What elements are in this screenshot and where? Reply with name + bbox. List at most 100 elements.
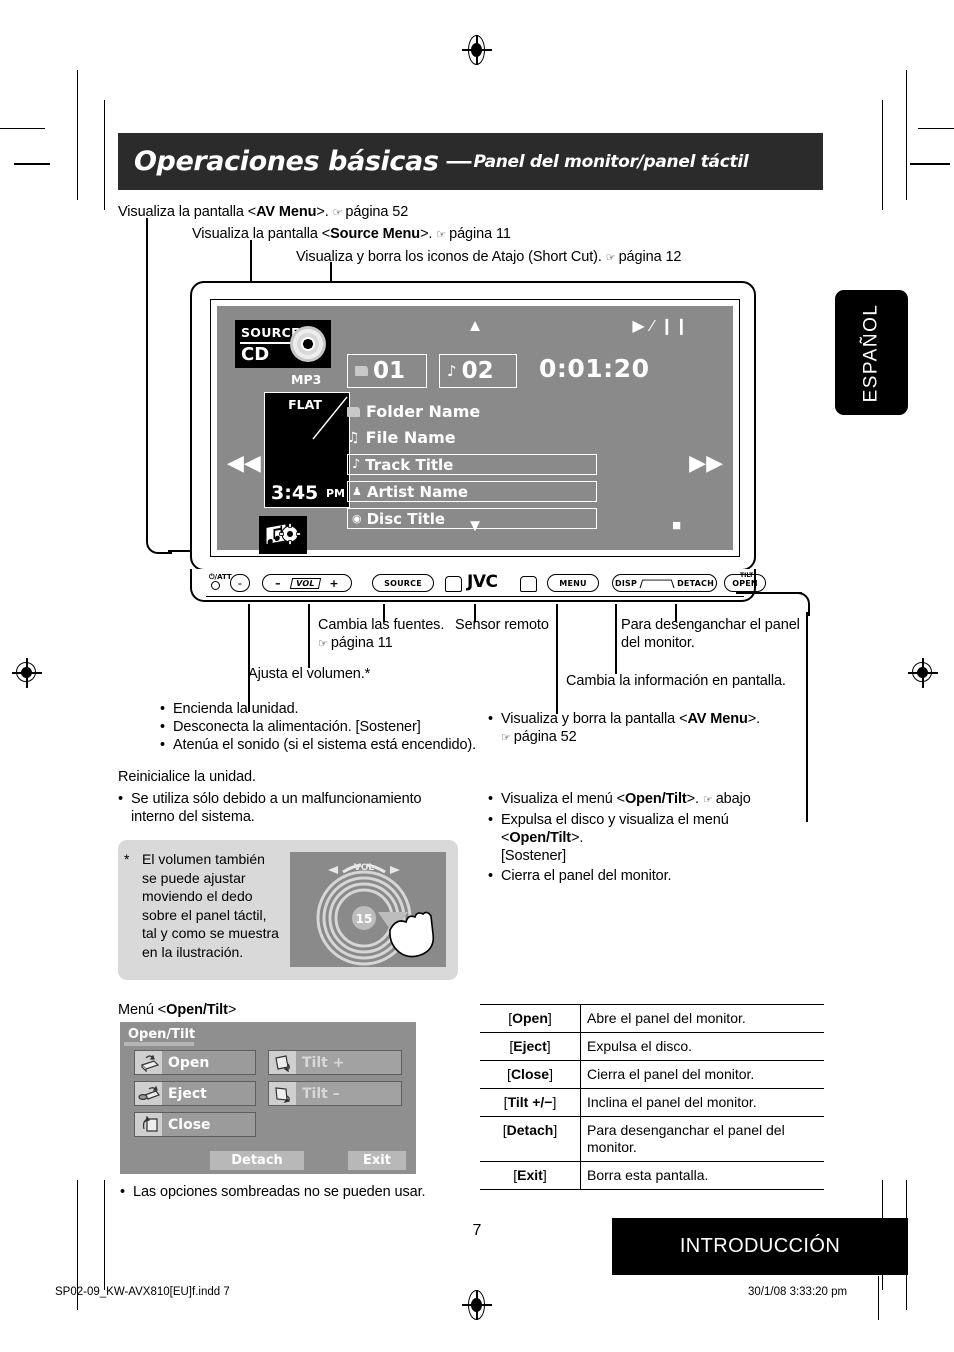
clock-time: 3:45 [271,482,319,504]
bullet-pre: Visualiza y borra la pantalla < [500,711,688,727]
open-tilt-close-label: Close [168,1116,211,1133]
table-cell-key: [Eject] [480,1032,581,1061]
bullet-post: >. [571,830,584,846]
monitor-bezel: SOURCE CD MP3 FLAT 3:45 PM ◀◀ ▶▶ ▲ ▼ ▶ ∕… [210,299,740,557]
open-tilt-exit-button[interactable]: Exit [348,1151,406,1170]
pointer-hand-icon: ☞ [332,206,343,219]
close-panel-icon [135,1113,162,1136]
bullets-power: • Encienda la unidad. • Desconecta la alim… [160,700,480,754]
callout-source-menu-bold: Source Menu [330,226,421,242]
label-change-info: Cambia la información en pantalla. [566,673,786,689]
section-band: INTRODUCCIÓN [612,1218,908,1275]
bullet-post: >. [686,791,699,807]
clock-meridiem: PM [325,487,345,500]
stop-icon[interactable]: ■ [672,517,681,534]
key-post: ] [553,1122,558,1138]
key-post: ] [552,1094,557,1110]
open-tilt-open-button[interactable]: Open [134,1050,256,1075]
callout-shortcut-text: Visualiza y borra los iconos de Atajo (S… [296,249,602,265]
key-label: Detach [506,1122,554,1138]
open-tilt-close-button[interactable]: Close [134,1112,256,1137]
bullet-dot: • [120,1184,125,1200]
bullet-ref: página 52 [513,729,577,745]
registration-mark-right [908,658,938,688]
folder-number: 01 [373,358,406,384]
source-button[interactable]: SOURCE [372,574,434,592]
crop-mark-tr-h2 [910,163,950,165]
open-tilt-tilt-minus-button[interactable]: Tilt – [268,1081,402,1106]
key-post: ] [549,1066,553,1082]
list-item: • Cierra el panel del monitor. [488,867,806,885]
open-tilt-open-label: Open [168,1054,210,1071]
bullet-tail: [Sostener] [500,848,567,864]
artist-name-bar[interactable]: ♟ Artist Name [347,481,597,502]
power-att-button[interactable] [211,581,220,590]
callout-source-menu: Visualiza la pantalla <Source Menu>. ☞ p… [192,225,511,244]
folder-name-row: Folder Name [347,402,480,421]
caption-post: > [227,1002,237,1018]
volume-rocker[interactable]: – VOL + [262,574,352,592]
clock-eq-box: FLAT 3:45 PM [264,392,350,508]
attenuate-button[interactable]: – [230,574,250,592]
volume-touch-illustration: 15 VOL [290,852,446,967]
list-item: • Atenúa el sonido (si el sistema está en… [160,736,480,754]
table-cell-desc: Inclina el panel del monitor. [580,1088,824,1117]
list-item: • Expulsa el disco y visualiza el menú <… [488,811,806,865]
bullet-post: >. [747,711,761,727]
table-row: [Tilt +/−] Inclina el panel del monitor. [480,1088,824,1117]
volume-dial-graphic: 15 VOL [316,863,435,966]
open-tilt-detach-button[interactable]: Detach [210,1151,304,1170]
list-item: • Encienda la unidad. [160,700,480,718]
reset-bullet: • Se utiliza sólo debido a un malfunciona… [118,790,463,826]
volume-note-box: * El volumen también se puede ajustar mo… [118,840,458,980]
disc-title-bar[interactable]: ◉ Disc Title [347,508,597,529]
key-label: Eject [513,1038,547,1054]
label-detach-panel: Para desenganchar el panel del monitor. [621,617,800,651]
play-pause-icon[interactable]: ▶ ∕ ❙❙ [632,316,689,336]
caption-bold: Open/Tilt [166,1002,228,1018]
callout-source-menu-ref: página 11 [449,226,511,242]
artist-name: Artist Name [366,482,468,501]
crop-mark-tl-h2 [14,163,50,165]
remote-sensor-right-icon[interactable] [520,576,537,592]
folder-name: Folder Name [366,402,481,421]
note-marker: * [124,851,130,867]
bullet-text: Cierra el panel del monitor. [500,868,672,884]
callout-source-menu-post: >. [420,226,433,242]
tilt-down-icon [269,1082,296,1105]
bullet-text: Atenúa el sonido (si el sistema está enc… [172,737,477,753]
next-track-icon[interactable]: ▶▶ [689,452,723,474]
source-value: CD [241,344,270,365]
open-tilt-eject-button[interactable]: Eject [134,1081,256,1106]
bullet-text: Expulsa el disco y visualiza el menú <Op… [501,811,806,865]
print-file-name: SP02-09_KW-AVX810[EU]f.indd 7 [55,1286,230,1298]
pointer-hand-icon: ☞ [436,228,446,241]
key-label: Exit [517,1167,543,1183]
crop-mark-tr-v1 [906,70,908,200]
table-cell-desc: Borra esta pantalla. [580,1161,824,1190]
disp-detach-button[interactable]: DISP DETACH [612,574,717,592]
bullet-dot: • [488,868,493,884]
menu-button[interactable]: MENU [547,574,599,592]
table-row: [Close] Cierra el panel del monitor. [480,1060,824,1089]
key-post: ] [542,1167,547,1183]
folder-number-box: 01 [347,354,427,388]
language-tab-label: ESPAÑOL [860,303,882,402]
bullet-text: Se utiliza sólo debido a un malfuncionam… [130,791,422,825]
bullet-dot: • [118,791,123,807]
bullet-dot: • [488,711,493,727]
open-tilt-tilt-plus-button[interactable]: Tilt + [268,1050,402,1075]
list-item: • Visualiza el menú <Open/Tilt>. ☞ abajo [488,790,806,809]
bullet-av-menu-right: • Visualiza y borra la pantalla <AV Menu… [488,710,808,747]
track-title-bar[interactable]: ♪ Track Title [347,454,597,475]
remote-sensor-left-icon [445,576,462,592]
open-tilt-menu-screen: Open/Tilt Open Eject Close Tilt + Tilt –… [120,1022,416,1174]
note-text-wrap: * El volumen también se puede ajustar mo… [124,850,282,961]
key-post: ] [546,1038,551,1054]
previous-track-icon[interactable]: ◀◀ [227,452,261,474]
open-tilt-panel-title: Open/Tilt [128,1027,196,1042]
leader-line-volume [308,604,310,668]
list-item: • Desconecta la alimentación. [Sostener] [160,718,480,736]
volume-value: 15 [356,912,373,926]
table-row: [Exit] Borra esta pantalla. [480,1161,824,1190]
